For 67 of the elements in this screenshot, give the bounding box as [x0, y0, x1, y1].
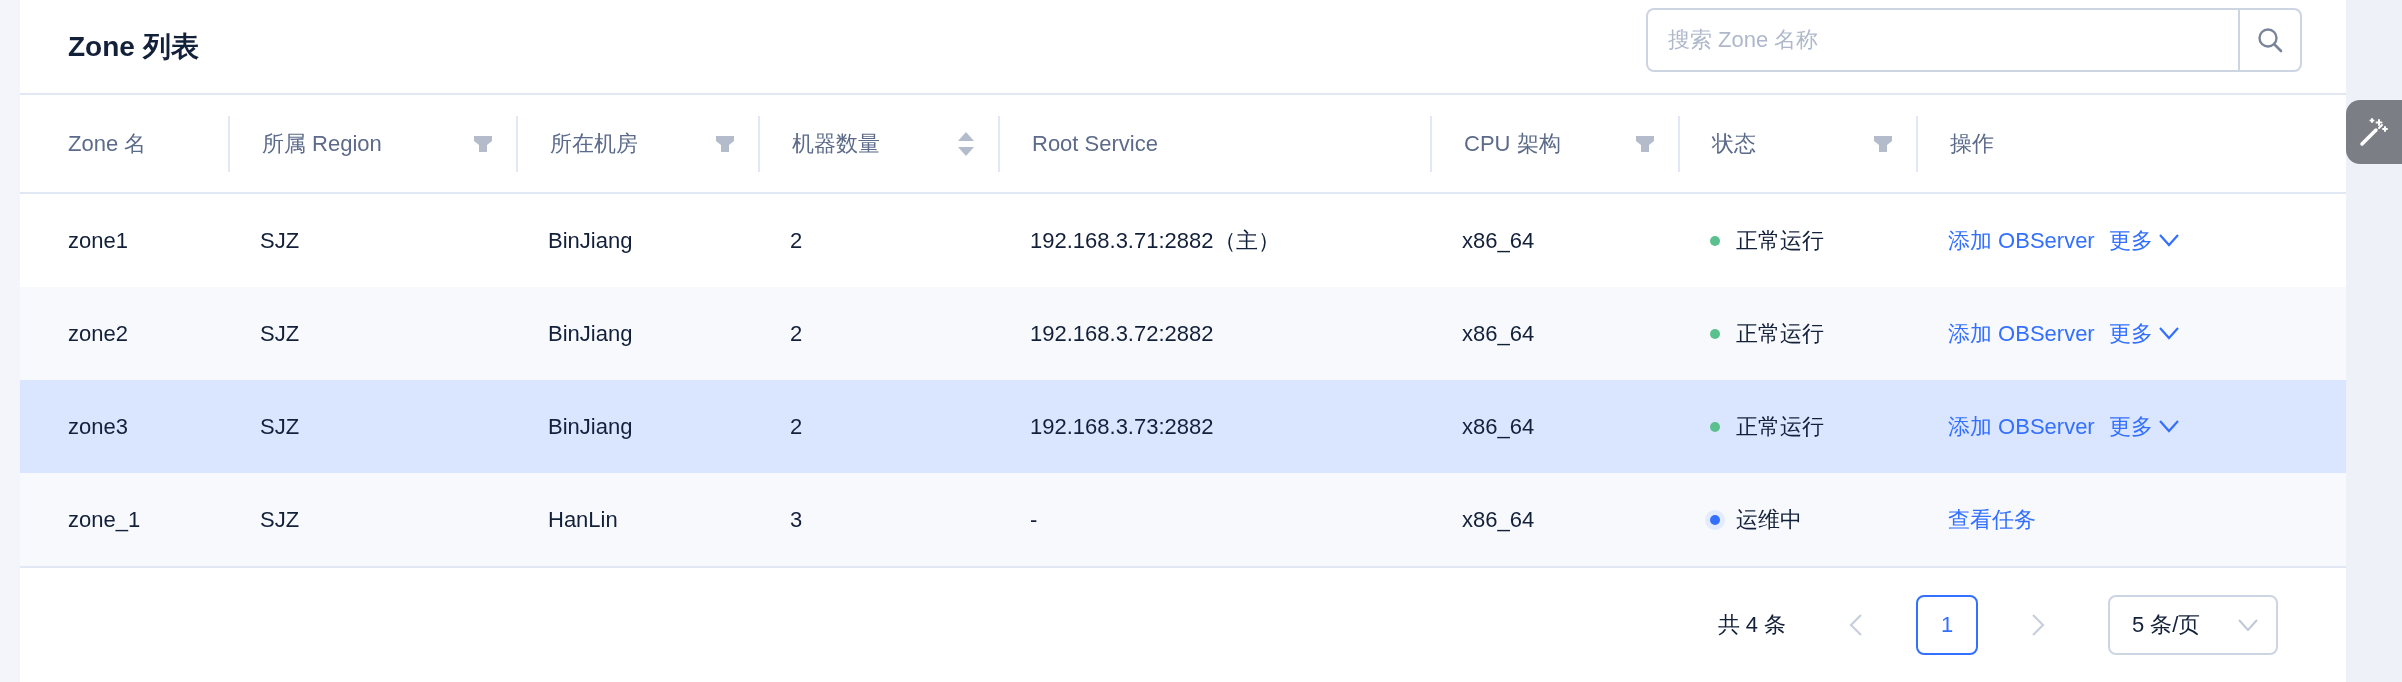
table-cell: SJZ: [260, 506, 300, 533]
action-link[interactable]: 添加 OBServer: [1948, 318, 2095, 349]
column-header: Root Service: [1032, 130, 1158, 157]
table-cell: x86_64: [1462, 227, 1535, 254]
page-button[interactable]: 1: [1916, 595, 1978, 655]
table-cell: 3: [790, 506, 803, 533]
next-page-icon: [2031, 613, 2045, 637]
table-cell: 2: [790, 227, 803, 254]
table-cell: zone2: [68, 320, 128, 347]
column-header: 所属 Region: [262, 129, 382, 158]
chevron-down-icon: [2158, 420, 2179, 433]
table-cell: zone_1: [68, 506, 141, 533]
column-header: 所在机房: [550, 129, 638, 158]
table-cell: -: [1030, 506, 1038, 533]
table-cell: 192.168.3.73:2882: [1030, 413, 1214, 440]
column-header: 状态: [1712, 129, 1756, 158]
search-icon: [2257, 26, 2283, 53]
table-cell: zone1: [68, 227, 128, 254]
table-cell: SJZ: [260, 320, 300, 347]
status-label: 正常运行: [1736, 226, 1824, 255]
chevron-down-icon: [2158, 327, 2179, 340]
action-link[interactable]: 添加 OBServer: [1948, 411, 2095, 442]
action-link[interactable]: 查看任务: [1948, 504, 2036, 535]
column-header: CPU 架构: [1464, 129, 1561, 158]
search-button[interactable]: [2240, 7, 2302, 72]
magic-wand-button[interactable]: [2346, 100, 2402, 164]
more-dropdown[interactable]: 更多: [2108, 411, 2179, 442]
more-dropdown[interactable]: 更多: [2108, 318, 2179, 349]
status-label: 运维中: [1736, 505, 1802, 534]
filter-icon[interactable]: [474, 135, 492, 152]
status-label: 正常运行: [1736, 319, 1824, 348]
more-dropdown[interactable]: 更多: [2108, 225, 2179, 256]
search-field[interactable]: 搜索 Zone 名称: [1646, 7, 2240, 72]
filter-icon[interactable]: [1874, 135, 1892, 152]
table-row[interactable]: zone_1 SJZ HanLin 3 - x86_64 运维中 查看任务: [20, 473, 2346, 566]
chevron-down-icon: [2238, 619, 2258, 631]
table-cell: BinJiang: [548, 227, 633, 254]
column-header: 机器数量: [792, 129, 880, 158]
table-row[interactable]: zone3 SJZ BinJiang 2 192.168.3.73:2882 x86_64 正常运行 添加 OBServer 更多: [20, 380, 2346, 473]
table-cell: zone3: [68, 413, 128, 440]
table-cell: 2: [790, 413, 803, 440]
column-header: Zone 名: [68, 129, 147, 158]
table-cell: x86_64: [1462, 413, 1535, 440]
table-cell: 192.168.3.72:2882: [1030, 320, 1214, 347]
table-cell: x86_64: [1462, 506, 1535, 533]
table-row[interactable]: zone1 SJZ BinJiang 2 192.168.3.71:2882（主） x86_64 正常运行 添加 OBServer 更多: [20, 194, 2346, 287]
action-link[interactable]: 添加 OBServer: [1948, 225, 2095, 256]
table-cell: BinJiang: [548, 320, 633, 347]
filter-icon[interactable]: [1636, 135, 1654, 152]
table-title: Zone 列表: [68, 29, 199, 64]
table-cell: BinJiang: [548, 413, 633, 440]
prev-page-icon: [1849, 613, 1863, 637]
magic-wand-icon: [2359, 117, 2389, 147]
chevron-down-icon: [2158, 234, 2179, 247]
table-cell: SJZ: [260, 227, 300, 254]
filter-icon[interactable]: [716, 135, 734, 152]
table-cell: 2: [790, 320, 803, 347]
table-cell: SJZ: [260, 413, 300, 440]
status-label: 正常运行: [1736, 412, 1824, 441]
table-row[interactable]: zone2 SJZ BinJiang 2 192.168.3.72:2882 x86_64 正常运行 添加 OBServer 更多: [20, 287, 2346, 380]
total-count: 共 4 条: [1717, 611, 1786, 639]
column-header: 操作: [1950, 129, 1994, 158]
page-size-select[interactable]: 5 条/页: [2108, 595, 2278, 655]
table-cell: HanLin: [548, 506, 618, 533]
table-cell-text: 192.168.3.71:2882（主）: [1030, 226, 1280, 255]
table-cell: x86_64: [1462, 320, 1535, 347]
sort-icon[interactable]: [958, 131, 974, 156]
